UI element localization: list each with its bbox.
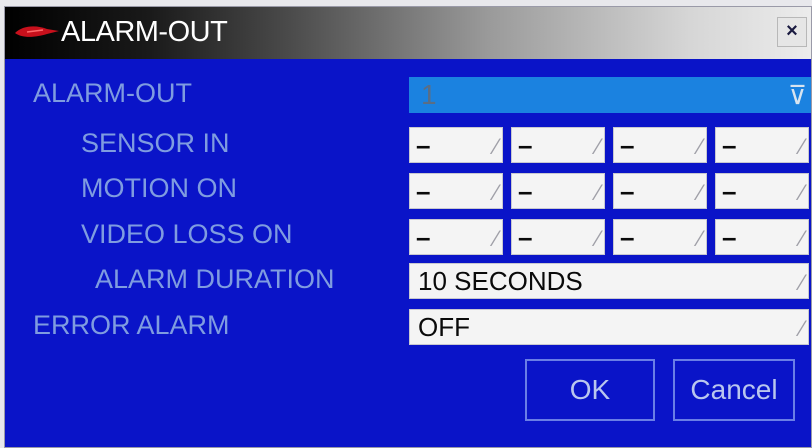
ok-button[interactable]: OK (525, 359, 655, 421)
motion-on-select-2[interactable]: – ⁄ (511, 173, 605, 209)
dropdown-arrow-icon: ⁄ (596, 134, 600, 159)
brand-logo-icon (15, 26, 59, 37)
dropdown-arrow-icon: ⁄ (494, 134, 498, 159)
alarm-duration-label: ALARM DURATION (95, 264, 335, 294)
cancel-button[interactable]: Cancel (673, 359, 795, 421)
sensor-in-select-4[interactable]: – ⁄ (715, 127, 809, 163)
error-alarm-label: ERROR ALARM (33, 310, 230, 340)
sensor-in-select-3[interactable]: – ⁄ (613, 127, 707, 163)
video-loss-on-select-4[interactable]: – ⁄ (715, 219, 809, 255)
video-loss-on-label: VIDEO LOSS ON (81, 219, 293, 249)
close-icon: × (786, 20, 798, 42)
dropdown-arrow-icon: ⊽ (787, 80, 807, 110)
dropdown-arrow-icon: ⁄ (800, 316, 804, 341)
dropdown-arrow-icon: ⁄ (494, 226, 498, 251)
alarm-duration-value: 10 SECONDS (418, 266, 583, 296)
window-title: ALARM-OUT (61, 16, 228, 48)
dropdown-arrow-icon: ⁄ (800, 270, 804, 295)
error-alarm-select[interactable]: OFF ⁄ (409, 309, 809, 345)
dropdown-arrow-icon: ⁄ (800, 134, 804, 159)
title-bar: ALARM-OUT × (5, 7, 811, 59)
video-loss-on-select-1[interactable]: – ⁄ (409, 219, 503, 255)
alarm-out-dialog: ALARM-OUT × ALARM-OUT 1 ⊽ SENSOR IN – ⁄ –… (4, 6, 812, 448)
dropdown-arrow-icon: ⁄ (800, 180, 804, 205)
close-button[interactable]: × (777, 17, 807, 47)
dropdown-arrow-icon: ⁄ (698, 180, 702, 205)
alarm-duration-select[interactable]: 10 SECONDS ⁄ (409, 263, 809, 299)
dropdown-arrow-icon: ⁄ (596, 180, 600, 205)
motion-on-select-3[interactable]: – ⁄ (613, 173, 707, 209)
sensor-in-label: SENSOR IN (81, 128, 230, 158)
motion-on-select-4[interactable]: – ⁄ (715, 173, 809, 209)
alarm-out-select[interactable]: 1 ⊽ (409, 77, 811, 113)
sensor-in-select-2[interactable]: – ⁄ (511, 127, 605, 163)
dropdown-arrow-icon: ⁄ (698, 226, 702, 251)
dropdown-arrow-icon: ⁄ (800, 226, 804, 251)
dropdown-arrow-icon: ⁄ (698, 134, 702, 159)
error-alarm-value: OFF (418, 312, 470, 342)
dropdown-arrow-icon: ⁄ (494, 180, 498, 205)
motion-on-select-1[interactable]: – ⁄ (409, 173, 503, 209)
video-loss-on-select-2[interactable]: – ⁄ (511, 219, 605, 255)
dropdown-arrow-icon: ⁄ (596, 226, 600, 251)
alarm-out-label: ALARM-OUT (33, 78, 193, 108)
sensor-in-select-1[interactable]: – ⁄ (409, 127, 503, 163)
motion-on-label: MOTION ON (81, 173, 237, 203)
video-loss-on-select-3[interactable]: – ⁄ (613, 219, 707, 255)
alarm-out-value: 1 (421, 79, 437, 110)
